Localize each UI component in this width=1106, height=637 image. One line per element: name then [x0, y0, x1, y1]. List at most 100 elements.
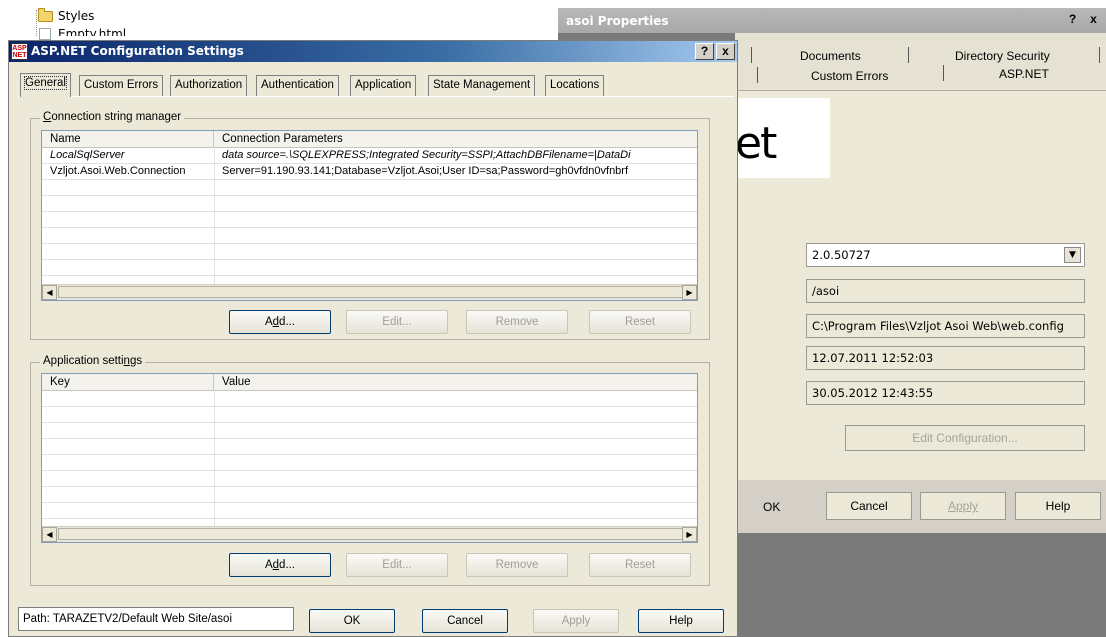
properties-close-button[interactable]: x: [1084, 12, 1103, 29]
properties-help-bottom-button[interactable]: Help: [1015, 492, 1101, 520]
properties-ok-button[interactable]: OK: [763, 500, 780, 514]
tab-aspnet-active[interactable]: ASP.NET: [999, 67, 1049, 81]
file-location-field: C:\Program Files\Vzljot Asoi Web\web.con…: [806, 314, 1085, 338]
add-label-prefix: A: [264, 559, 273, 571]
tab-custom-errors[interactable]: Custom Errors: [811, 69, 888, 83]
chevron-down-icon[interactable]: ▼: [1064, 247, 1081, 263]
aspnet-version-select[interactable]: 2.0.50727 ▼: [806, 243, 1085, 267]
add-label-suffix: d...: [279, 316, 296, 328]
list-header: Key Value: [42, 374, 697, 391]
dialog-help-button[interactable]: ?: [695, 43, 714, 60]
row-params: Server=91.190.93.141;Database=Vzljot.Aso…: [222, 165, 629, 177]
tree-item-styles[interactable]: Styles: [58, 9, 94, 23]
app-label-prefix: Application setti: [43, 355, 124, 367]
appsettings-add-button[interactable]: Add...: [229, 553, 331, 577]
app-label-suffix: gs: [129, 355, 143, 367]
tab-authentication[interactable]: Authentication: [256, 75, 339, 96]
horizontal-scrollbar[interactable]: ◀ ▶: [42, 284, 697, 300]
connection-remove-button[interactable]: Remove: [466, 310, 568, 334]
empty-row: [42, 487, 697, 503]
file-icon: [39, 28, 51, 40]
aspnet-version-value: 2.0.50727: [812, 248, 871, 262]
row-name: LocalSqlServer: [50, 149, 125, 161]
empty-row: [42, 455, 697, 471]
connection-add-button[interactable]: Add...: [229, 310, 331, 334]
table-row[interactable]: Vzljot.Asoi.Web.Connection Server=91.190…: [42, 164, 697, 180]
tab-directory-security[interactable]: Directory Security: [955, 49, 1050, 63]
empty-row: [42, 212, 697, 228]
empty-row: [42, 407, 697, 423]
empty-row: [42, 228, 697, 244]
tab-separator: [757, 67, 758, 83]
column-header-value[interactable]: Value: [214, 374, 697, 390]
appsettings-edit-button[interactable]: Edit...: [346, 553, 448, 577]
horizontal-scrollbar[interactable]: ◀ ▶: [42, 526, 697, 542]
row-name: Vzljot.Asoi.Web.Connection: [50, 165, 186, 177]
dialog-cancel-button[interactable]: Cancel: [422, 609, 508, 633]
appsettings-remove-button[interactable]: Remove: [466, 553, 568, 577]
column-header-connection-parameters[interactable]: Connection Parameters: [214, 131, 697, 147]
tab-application[interactable]: Application: [350, 75, 417, 96]
column-header-key[interactable]: Key: [42, 374, 214, 390]
apply-label: Apply: [947, 499, 979, 513]
empty-row: [42, 391, 697, 407]
dialog-close-button[interactable]: x: [716, 43, 735, 60]
scroll-left-icon[interactable]: ◀: [42, 527, 57, 542]
tab-general-label: General: [24, 76, 67, 90]
virtual-path-field: /asoi: [806, 279, 1085, 303]
edit-configuration-button[interactable]: Edit Configuration...: [845, 425, 1085, 451]
tab-general[interactable]: General: [20, 73, 71, 97]
tab-separator: [943, 65, 944, 81]
tree-item-empty-html[interactable]: Empty.html: [58, 27, 126, 36]
tab-custom-errors[interactable]: Custom Errors: [79, 75, 164, 96]
tab-authorization[interactable]: Authorization: [170, 75, 248, 96]
row-params: data source=.\SQLEXPRESS;Integrated Secu…: [222, 149, 631, 161]
table-row[interactable]: LocalSqlServer data source=.\SQLEXPRESS;…: [42, 148, 697, 164]
connection-string-group-label: Connection string manager: [40, 111, 185, 123]
empty-row: [42, 180, 697, 196]
file-modified-field: 30.05.2012 12:43:55: [806, 381, 1085, 405]
file-created-field: 12.07.2011 12:52:03: [806, 346, 1085, 370]
scroll-thumb[interactable]: [58, 286, 697, 298]
empty-row: [42, 423, 697, 439]
dialog-ok-button[interactable]: OK: [309, 609, 395, 633]
add-label-prefix: A: [264, 316, 273, 328]
tab-separator: [908, 47, 909, 63]
tab-strip-line: [18, 96, 734, 97]
connection-strings-list[interactable]: Name Connection Parameters LocalSqlServe…: [41, 130, 698, 301]
dialog-apply-button[interactable]: Apply: [533, 609, 619, 633]
list-header: Name Connection Parameters: [42, 131, 697, 148]
scroll-right-icon[interactable]: ▶: [682, 285, 697, 300]
tab-documents[interactable]: Documents: [800, 49, 861, 63]
connection-reset-button[interactable]: Reset: [589, 310, 691, 334]
properties-apply-button[interactable]: Apply: [920, 492, 1006, 520]
empty-row: [42, 439, 697, 455]
dialog-help-bottom-button[interactable]: Help: [638, 609, 724, 633]
empty-row: [42, 471, 697, 487]
scroll-left-icon[interactable]: ◀: [42, 285, 57, 300]
properties-help-button[interactable]: ?: [1063, 12, 1082, 29]
properties-cancel-button[interactable]: Cancel: [826, 492, 912, 520]
appsettings-reset-button[interactable]: Reset: [589, 553, 691, 577]
tab-locations[interactable]: Locations: [545, 75, 605, 96]
add-label-suffix: d...: [279, 559, 296, 571]
application-settings-group-label: Application settings: [40, 355, 146, 367]
empty-row: [42, 196, 697, 212]
properties-title: asoi Properties: [566, 14, 669, 28]
group-label-rest: onnection string manager: [51, 111, 182, 123]
connection-edit-button[interactable]: Edit...: [346, 310, 448, 334]
path-status: Path: TARAZETV2/Default Web Site/asoi: [18, 607, 294, 631]
tab-state-management[interactable]: State Management: [428, 75, 536, 96]
column-header-name[interactable]: Name: [42, 131, 214, 147]
aspnet-icon: ASP NET: [11, 43, 28, 60]
tab-separator: [751, 47, 752, 63]
empty-row: [42, 503, 697, 519]
folder-icon: [38, 8, 53, 22]
properties-tabs: [735, 33, 1106, 91]
tab-separator: [1099, 47, 1100, 63]
aspnet-logo-text: et: [735, 118, 777, 169]
scroll-right-icon[interactable]: ▶: [682, 527, 697, 542]
empty-row: [42, 244, 697, 260]
scroll-thumb[interactable]: [58, 528, 697, 540]
application-settings-list[interactable]: Key Value ◀ ▶: [41, 373, 698, 543]
